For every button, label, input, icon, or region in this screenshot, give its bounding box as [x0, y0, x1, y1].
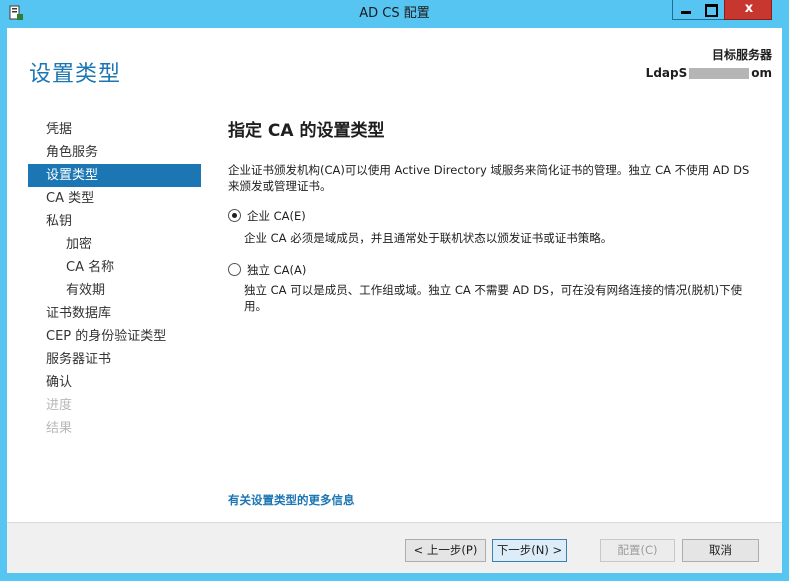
window-border-left: [0, 28, 7, 581]
nav-item-credentials[interactable]: 凭据: [28, 118, 216, 141]
target-server-caption: 目标服务器: [711, 48, 772, 62]
standalone-ca-description: 独立 CA 可以是成员、工作组或域。独立 CA 不需要 AD DS，可在没有网络…: [244, 283, 743, 313]
maximize-icon: [705, 4, 718, 17]
radio-standalone-ca[interactable]: [228, 263, 241, 276]
nav-item-ca-type[interactable]: CA 类型: [28, 187, 216, 210]
server-name-suffix: om: [751, 66, 772, 80]
nav-item-setup-type[interactable]: 设置类型: [28, 164, 201, 187]
target-server-name: LdapS om: [646, 66, 772, 80]
radio-enterprise-ca[interactable]: [228, 209, 241, 222]
previous-button[interactable]: < 上一步(P): [405, 539, 486, 562]
nav-item-validity-period[interactable]: 有效期: [28, 279, 216, 302]
nav-item-cryptography[interactable]: 加密: [28, 233, 216, 256]
minimize-icon: [681, 11, 691, 14]
nav-item-cep-auth-type[interactable]: CEP 的身份验证类型: [28, 325, 216, 348]
enterprise-ca-option[interactable]: 企业 CA(E): [228, 208, 306, 224]
title-bar[interactable]: AD CS 配置 x: [0, 0, 789, 28]
close-icon: x: [744, 1, 754, 16]
page-header: 设置类型 目标服务器 LdapS om: [7, 28, 782, 100]
nav-item-progress: 进度: [46, 398, 73, 413]
close-button[interactable]: x: [724, 0, 772, 20]
nav-item-ca-name[interactable]: CA 名称: [28, 256, 216, 279]
standalone-ca-option[interactable]: 独立 CA(A): [228, 262, 306, 278]
configure-button: 配置(C): [600, 539, 675, 562]
nav-item-certificate-database[interactable]: 证书数据库: [28, 302, 216, 325]
minimize-button[interactable]: [672, 0, 699, 20]
wizard-nav: 凭据 角色服务 设置类型 CA 类型 私钥 加密 CA 名称 有效期 证书数据库…: [28, 118, 216, 440]
nav-item-confirmation[interactable]: 确认: [28, 371, 216, 394]
setup-type-description: 企业证书颁发机构(CA)可以使用 Active Directory 域服务来简化…: [228, 163, 750, 193]
more-info-link[interactable]: 有关设置类型的更多信息: [228, 492, 355, 508]
standalone-ca-label: 独立 CA(A): [247, 263, 307, 277]
ad-cs-config-window: AD CS 配置 x 设置类型 目标服务器 LdapS om 凭据 角色服务 设置…: [0, 0, 789, 581]
server-name-prefix: LdapS: [645, 66, 688, 80]
window-title: AD CS 配置: [359, 6, 430, 21]
cancel-button[interactable]: 取消: [682, 539, 759, 562]
nav-item-results: 结果: [46, 421, 73, 436]
page-title: 设置类型: [29, 62, 122, 87]
next-button[interactable]: 下一步(N) >: [492, 539, 567, 562]
content-heading: 指定 CA 的设置类型: [228, 121, 385, 141]
maximize-button[interactable]: [698, 0, 725, 20]
window-border-right: [782, 28, 789, 581]
enterprise-ca-description: 企业 CA 必须是域成员，并且通常处于联机状态以颁发证书或证书策略。: [244, 231, 613, 245]
window-border-bottom: [0, 573, 789, 581]
wizard-footer: < 上一步(P) 下一步(N) > 配置(C) 取消: [7, 522, 782, 573]
nav-item-private-key[interactable]: 私钥: [28, 210, 216, 233]
redacted-block: [689, 68, 750, 79]
nav-item-role-services[interactable]: 角色服务: [28, 141, 216, 164]
main-content: 指定 CA 的设置类型 企业证书颁发机构(CA)可以使用 Active Dire…: [228, 116, 768, 313]
nav-item-server-certificate[interactable]: 服务器证书: [28, 348, 216, 371]
enterprise-ca-label: 企业 CA(E): [247, 209, 306, 223]
